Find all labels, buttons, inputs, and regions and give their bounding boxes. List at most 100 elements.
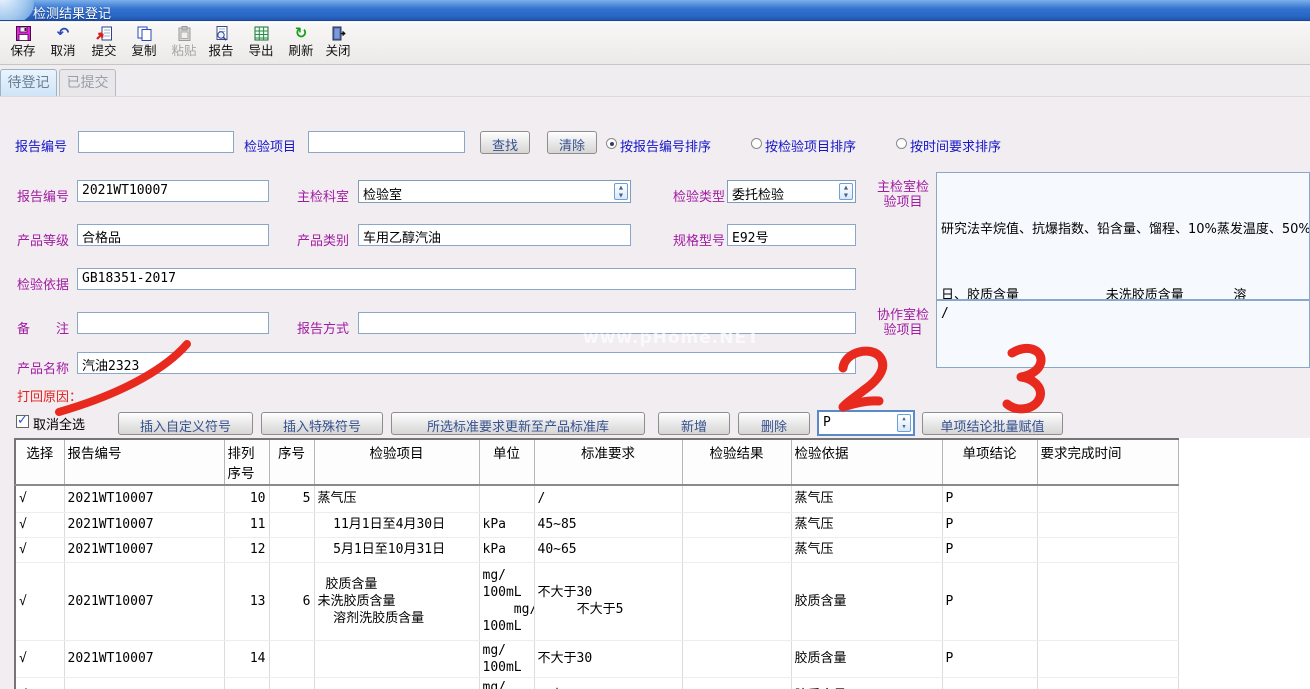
- sort-by-report-no-radio[interactable]: [606, 138, 617, 149]
- category-field[interactable]: 车用乙醇汽油: [358, 224, 631, 246]
- watermark: www.pHome.NET: [583, 328, 760, 348]
- report-icon: [201, 25, 241, 44]
- reject-reason-label: 打回原因：: [17, 386, 82, 405]
- close-button[interactable]: 关闭: [318, 25, 358, 64]
- window-title: 检测结果登记: [33, 3, 111, 21]
- copy-button[interactable]: 复制: [124, 25, 164, 64]
- report-no-search-label: 报告编号: [15, 136, 67, 155]
- col-header-standard[interactable]: 标准要求: [534, 439, 682, 485]
- col-header-unit[interactable]: 单位: [479, 439, 534, 485]
- report-no-label: 报告编号: [17, 186, 69, 205]
- uncheck-all-checkbox[interactable]: ✓: [16, 415, 29, 428]
- sort-by-item-label[interactable]: 按检验项目排序: [765, 136, 856, 155]
- undo-button[interactable]: ↶ 取消: [43, 25, 83, 64]
- coop-items-label: 协作室检验项目: [876, 308, 930, 338]
- tab-strip: 待登记 已提交: [0, 65, 1310, 96]
- row-check-cell[interactable]: √: [15, 677, 64, 689]
- col-header-conclusion[interactable]: 单项结论: [942, 439, 1037, 485]
- row-check-cell[interactable]: √: [15, 537, 64, 562]
- remark-label: 备 注: [17, 318, 69, 337]
- update-standard-button[interactable]: 所选标准要求更新至产品标准库: [391, 412, 645, 435]
- category-label: 产品类别: [297, 230, 349, 249]
- spinner-icon[interactable]: ▲▼: [897, 414, 911, 432]
- inspect-type-select[interactable]: 委托检验 ▲▼: [727, 180, 856, 203]
- save-icon: [3, 25, 43, 44]
- col-header-due[interactable]: 要求完成时间: [1037, 439, 1178, 485]
- app-logo-icon: [0, 0, 34, 21]
- report-mode-label: 报告方式: [297, 318, 349, 337]
- tab-pending[interactable]: 待登记: [0, 69, 57, 96]
- product-name-label: 产品名称: [17, 358, 69, 377]
- toolbar: 保存 ↶ 取消 提交 复制 粘贴 报告 导出 ↻ 刷新: [0, 22, 1310, 65]
- col-header-order[interactable]: 排列 序号: [224, 439, 269, 485]
- row-check-cell[interactable]: √: [15, 562, 64, 640]
- col-header-seq[interactable]: 序号: [269, 439, 314, 485]
- uncheck-all-label[interactable]: 取消全选: [33, 414, 85, 433]
- export-button[interactable]: 导出: [241, 25, 281, 64]
- find-button[interactable]: 查找: [480, 131, 530, 154]
- sort-by-item-radio[interactable]: [751, 138, 762, 149]
- close-icon: [318, 25, 358, 44]
- clear-button[interactable]: 清除: [547, 131, 597, 154]
- sort-by-report-no-label[interactable]: 按报告编号排序: [620, 136, 711, 155]
- row-check-cell[interactable]: √: [15, 485, 64, 512]
- spinner-icon[interactable]: ▲▼: [839, 183, 853, 200]
- main-dept-select[interactable]: 检验室 ▲▼: [358, 180, 631, 203]
- refresh-icon: ↻: [281, 25, 321, 44]
- check-icon: ✓: [17, 413, 28, 428]
- table-row[interactable]: √ 2021WT10007 15 mg/ 100mL 不大于5 胶质含量 P: [15, 677, 1178, 689]
- item-search-input[interactable]: [308, 131, 465, 153]
- submit-button[interactable]: 提交: [84, 25, 124, 64]
- save-button[interactable]: 保存: [3, 25, 43, 64]
- col-header-select[interactable]: 选择: [15, 439, 64, 485]
- results-grid: 选择 报告编号 排列 序号 序号 检验项目 单位 标准要求 检验结果 检验依据 …: [14, 438, 1310, 689]
- report-no-field[interactable]: 2021WT10007: [77, 180, 269, 202]
- row-check-cell[interactable]: √: [15, 512, 64, 537]
- paste-icon: [164, 25, 204, 44]
- table-row[interactable]: √ 2021WT10007 10 5 蒸气压 / 蒸气压 P: [15, 485, 1178, 512]
- table-row[interactable]: √ 2021WT10007 14 mg/ 100mL 不大于30 胶质含量 P: [15, 640, 1178, 677]
- spec-field[interactable]: E92号: [727, 224, 856, 246]
- batch-assign-button[interactable]: 单项结论批量赋值: [922, 412, 1063, 435]
- export-icon: [241, 25, 281, 44]
- delete-button[interactable]: 删除: [738, 412, 810, 435]
- main-dept-label: 主检科室: [297, 186, 349, 205]
- spinner-icon[interactable]: ▲▼: [614, 183, 628, 200]
- report-no-search-input[interactable]: [78, 131, 234, 153]
- basis-label: 检验依据: [17, 274, 69, 293]
- col-header-basis[interactable]: 检验依据: [791, 439, 942, 485]
- grid-header-row: 选择 报告编号 排列 序号 序号 检验项目 单位 标准要求 检验结果 检验依据 …: [15, 439, 1178, 485]
- inspect-type-label: 检验类型: [673, 186, 725, 205]
- sort-by-time-label[interactable]: 按时间要求排序: [910, 136, 1001, 155]
- grade-field[interactable]: 合格品: [77, 224, 269, 246]
- col-header-result[interactable]: 检验结果: [682, 439, 791, 485]
- sort-by-time-radio[interactable]: [896, 138, 907, 149]
- insert-special-symbol-button[interactable]: 插入特殊符号: [261, 412, 383, 435]
- table-row[interactable]: √ 2021WT10007 13 6 胶质含量 未洗胶质含量 溶剂洗胶质含量 m…: [15, 562, 1178, 640]
- row-check-cell[interactable]: √: [15, 640, 64, 677]
- col-header-report-no[interactable]: 报告编号: [64, 439, 224, 485]
- paste-button: 粘贴: [164, 25, 204, 64]
- remark-field[interactable]: [77, 312, 269, 334]
- app-window: 检测结果登记 保存 ↶ 取消 提交 复制 粘贴 报告 导出: [0, 0, 1310, 689]
- report-button[interactable]: 报告: [201, 25, 241, 64]
- tab-submitted[interactable]: 已提交: [59, 69, 116, 96]
- table-row[interactable]: √ 2021WT10007 12 5月1日至10月31日 kPa 40~65 蒸…: [15, 537, 1178, 562]
- coop-items-textarea[interactable]: /: [936, 300, 1310, 368]
- copy-icon: [124, 25, 164, 44]
- window-titlebar: 检测结果登记: [0, 0, 1310, 21]
- product-name-field[interactable]: 汽油2323: [77, 352, 856, 374]
- main-items-textarea[interactable]: 研究法辛烷值、抗爆指数、铅含量、馏程、10%蒸发温度、50%蒸 日、胶质含量 未…: [936, 172, 1310, 300]
- submit-icon: [84, 25, 124, 44]
- table-row[interactable]: √ 2021WT10007 11 11月1日至4月30日 kPa 45~85 蒸…: [15, 512, 1178, 537]
- undo-icon: ↶: [43, 25, 83, 44]
- conclusion-select[interactable]: P ▲▼: [817, 410, 915, 436]
- refresh-button[interactable]: ↻ 刷新: [281, 25, 321, 64]
- add-button[interactable]: 新增: [658, 412, 730, 435]
- spec-label: 规格型号: [673, 230, 725, 249]
- main-items-label: 主检室检验项目: [876, 180, 930, 210]
- insert-custom-symbol-button[interactable]: 插入自定义符号: [118, 412, 253, 435]
- grade-label: 产品等级: [17, 230, 69, 249]
- col-header-item[interactable]: 检验项目: [314, 439, 479, 485]
- basis-field[interactable]: GB18351-2017: [77, 268, 856, 290]
